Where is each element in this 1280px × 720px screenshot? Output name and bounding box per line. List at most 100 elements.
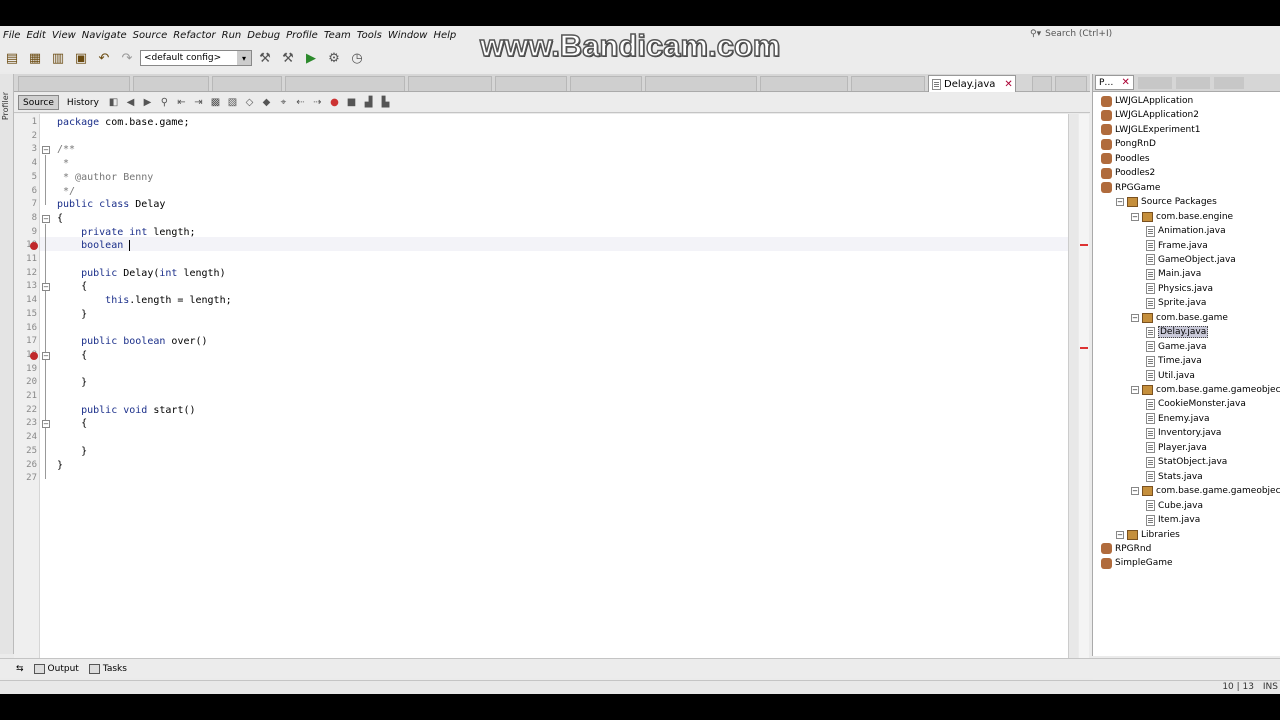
uncomment-icon[interactable]: ▙ [379, 96, 392, 109]
find-icon[interactable]: ⚲ [158, 96, 171, 109]
tree-node[interactable]: − Source Packages [1116, 195, 1217, 209]
save-all-icon[interactable]: ▣ [71, 48, 91, 68]
tree-node[interactable]: Physics.java [1146, 282, 1213, 296]
run-icon[interactable]: ▶ [301, 48, 321, 68]
fold-toggle[interactable]: − [42, 283, 50, 292]
tree-node[interactable]: Poodles [1101, 152, 1150, 166]
tree-node[interactable]: RPGGame [1101, 181, 1160, 195]
profile-icon[interactable]: ◷ [347, 48, 367, 68]
code-line[interactable]: { [57, 280, 87, 294]
tree-node[interactable]: GameObject.java [1146, 253, 1236, 267]
new-project-icon[interactable]: ▦ [25, 48, 45, 68]
expand-toggle-icon[interactable]: − [1131, 313, 1139, 322]
find-previous-icon[interactable]: ⇤ [175, 96, 188, 109]
debug-icon[interactable]: ⚙ [324, 48, 344, 68]
tree-node[interactable]: Animation.java [1146, 224, 1226, 238]
tab-files[interactable] [1137, 76, 1172, 89]
close-icon[interactable]: ✕ [1004, 79, 1012, 90]
tree-node[interactable]: Poodles2 [1101, 166, 1155, 180]
editor-tab[interactable] [18, 76, 130, 91]
menu-item-window[interactable]: Window [385, 30, 431, 41]
tree-node[interactable]: Cube.java [1146, 499, 1203, 513]
tab-navigator[interactable] [1213, 76, 1244, 89]
toggle-bookmark-icon[interactable]: ⌖ [277, 96, 290, 109]
code-line[interactable]: private int length; [57, 226, 195, 240]
open-project-icon[interactable]: ▥ [48, 48, 68, 68]
new-file-icon[interactable]: ▤ [2, 48, 22, 68]
editor-vertical-scrollbar[interactable] [1068, 114, 1078, 659]
code-line[interactable]: this.length = length; [57, 294, 231, 308]
menu-item-run[interactable]: Run [219, 30, 245, 41]
undo-icon[interactable]: ↶ [94, 48, 114, 68]
fold-toggle[interactable]: − [42, 420, 50, 429]
tab-services[interactable] [1175, 76, 1210, 89]
config-select[interactable]: <default config> ▾ [140, 50, 252, 66]
editor-tab[interactable] [408, 76, 492, 91]
menu-item-team[interactable]: Team [321, 30, 354, 41]
tab-delay-java[interactable]: Delay.java ✕ [928, 75, 1016, 92]
expand-toggle-icon[interactable]: − [1131, 487, 1139, 496]
code-editor[interactable]: 1234567891011121314151617181920212223242… [14, 114, 1076, 659]
code-line[interactable]: { [57, 417, 87, 431]
code-line[interactable]: } [57, 445, 87, 459]
code-line[interactable]: * [57, 157, 69, 171]
menu-item-help[interactable]: Help [430, 30, 459, 41]
scroll-tabs-left-button[interactable] [1032, 76, 1052, 91]
last-edit-icon[interactable]: ◧ [107, 96, 120, 109]
code-line[interactable]: public Delay(int length) [57, 267, 226, 281]
code-line[interactable]: /** [57, 143, 75, 157]
output-tab[interactable]: Output [33, 663, 79, 674]
expand-toggle-icon[interactable]: − [1116, 530, 1124, 539]
error-icon[interactable] [30, 351, 38, 360]
menu-item-file[interactable]: File [0, 30, 23, 41]
expand-toggle-icon[interactable]: − [1131, 212, 1139, 221]
tree-node[interactable]: Enemy.java [1146, 412, 1209, 426]
tree-node[interactable]: − com.base.game.gameobject [1131, 383, 1280, 397]
code-line[interactable]: public class Delay [57, 198, 165, 212]
editor-tab[interactable] [285, 76, 405, 91]
error-marker[interactable] [1080, 347, 1088, 349]
tree-node[interactable]: − com.base.game [1131, 311, 1228, 325]
tasks-tab[interactable]: Tasks [88, 663, 127, 674]
expand-toggle-icon[interactable]: − [1131, 386, 1139, 394]
stop-macro-icon[interactable]: ■ [345, 96, 358, 109]
error-marker[interactable] [1080, 244, 1088, 246]
menu-item-edit[interactable]: Edit [23, 30, 48, 41]
close-icon[interactable]: ✕ [1121, 77, 1129, 88]
history-button[interactable]: History [63, 95, 103, 110]
fold-toggle[interactable]: − [42, 146, 50, 155]
code-line[interactable]: } [57, 459, 63, 473]
tree-node[interactable]: Stats.java [1146, 470, 1203, 484]
tab-list-button[interactable] [1055, 76, 1087, 91]
source-button[interactable]: Source [18, 95, 59, 110]
forward-icon[interactable]: ▶ [141, 96, 154, 109]
tree-node[interactable]: Util.java [1146, 369, 1195, 383]
tree-node[interactable]: Game.java [1146, 340, 1207, 354]
profiler-tab[interactable]: Profiler [1, 92, 10, 120]
tree-node[interactable]: Player.java [1146, 441, 1207, 455]
back-icon[interactable]: ◀ [124, 96, 137, 109]
tree-node[interactable]: Main.java [1146, 267, 1201, 281]
code-line[interactable]: { [57, 349, 87, 363]
code-line[interactable]: * @author Benny [57, 171, 153, 185]
fold-toggle[interactable]: − [42, 214, 50, 223]
menu-item-profile[interactable]: Profile [283, 30, 321, 41]
menu-item-tools[interactable]: Tools [354, 30, 385, 41]
code-line[interactable]: boolean [57, 239, 131, 253]
menu-item-view[interactable]: View [49, 30, 79, 41]
menu-item-source[interactable]: Source [130, 30, 171, 41]
editor-tab[interactable] [645, 76, 757, 91]
find-next-icon[interactable]: ⇥ [192, 96, 205, 109]
menu-item-navigate[interactable]: Navigate [79, 30, 130, 41]
minimize-group-icon[interactable]: ⇆ [16, 664, 24, 674]
editor-tab[interactable] [133, 76, 209, 91]
tree-node[interactable]: PongRnD [1101, 137, 1156, 151]
tree-node[interactable]: LWJGLExperiment1 [1101, 123, 1200, 137]
tree-node[interactable]: Item.java [1146, 513, 1200, 527]
start-macro-icon[interactable]: ● [328, 96, 341, 109]
menu-item-debug[interactable]: Debug [244, 30, 283, 41]
tree-node[interactable]: Time.java [1146, 354, 1202, 368]
toggle-highlight-icon[interactable]: ▩ [209, 96, 222, 109]
clean-build-icon[interactable]: ⚒ [278, 48, 298, 68]
code-line[interactable]: package com.base.game; [57, 116, 189, 130]
